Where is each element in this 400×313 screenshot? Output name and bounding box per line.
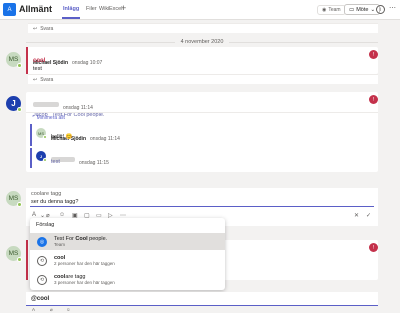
presence-indicator	[43, 135, 47, 139]
suggestion-description: 3 personer har den här taggen	[54, 280, 115, 285]
reply-icon: ↩	[33, 25, 38, 32]
message-body: balltt!	[51, 134, 65, 140]
avatar[interactable]: J	[36, 151, 47, 162]
chevron-up-icon: ⌃	[31, 115, 36, 121]
suggestion-description: Team	[54, 242, 66, 247]
collapse-all-button[interactable]: ⌃ Minimera allt	[31, 115, 65, 121]
compose-focus-line	[30, 206, 374, 207]
mention-suggestions-popup: Förslag ◎ Test For Cool people. Team ⟲ c…	[30, 218, 225, 290]
reply-message: MS Michael Sjödin onsdag 11:14 balltt! 😊	[30, 124, 374, 146]
add-tab-button[interactable]: +	[121, 3, 126, 13]
close-icon[interactable]: ✕	[354, 212, 359, 219]
message-card: onsdag 11:14 Jacob Test For Cool people.…	[26, 92, 378, 172]
bottom-toolbar: A ⌀ ☺	[26, 307, 378, 313]
avatar[interactable]: MS	[6, 246, 22, 262]
suggestion-description: 2 personer har den här taggen	[54, 261, 115, 266]
presence-indicator	[17, 63, 22, 68]
channel-header: A Allmänt Inlägg Filer Wiki Excel + ◉ Te…	[0, 0, 400, 20]
reply-message: J onsdag 11:15 test	[30, 148, 374, 168]
avatar[interactable]: MS	[36, 128, 47, 139]
team-icon: ◉	[322, 7, 327, 13]
compose-message-input[interactable]: ser du denna tagg?	[31, 199, 78, 205]
message-timestamp: onsdag 10:07	[72, 60, 103, 66]
active-tab-indicator	[62, 17, 80, 19]
avatar[interactable]: J	[6, 96, 22, 112]
meet-button-label: Möte	[356, 6, 369, 13]
smile-emoji-icon: 😊	[65, 134, 73, 140]
reply-button[interactable]: ↩ Svara	[28, 74, 378, 84]
avatar-initials: MS	[8, 195, 19, 202]
avatar-initials: MS	[8, 56, 19, 63]
reply-label: Svara	[40, 25, 54, 32]
tab-posts[interactable]: Inlägg	[63, 6, 79, 12]
urgent-icon: !	[369, 95, 378, 104]
collapse-all-label: Minimera allt	[36, 115, 65, 121]
suggestion-item[interactable]: ⟲ coolare tagg 3 personer har den här ta…	[30, 271, 225, 288]
suggestions-title: Förslag	[36, 222, 55, 228]
chevron-down-icon: ⌄	[370, 6, 376, 13]
team-button[interactable]: ◉ Team	[317, 5, 346, 15]
video-camera-icon: ▭	[349, 6, 355, 13]
message-accent-bar	[26, 240, 28, 280]
suggestion-name-match: Cool	[75, 236, 88, 242]
avatar-initials: J	[11, 99, 16, 108]
divider	[26, 112, 378, 113]
presence-indicator	[17, 257, 22, 262]
avatar-initials: J	[39, 153, 43, 159]
urgent-icon: !	[369, 243, 378, 252]
new-message-input[interactable]: @cool	[26, 292, 378, 306]
avatar[interactable]: MS	[6, 52, 22, 68]
meet-button[interactable]: ▭ Möte ⌄	[344, 4, 381, 15]
message-timestamp: onsdag 11:15	[79, 160, 109, 166]
team-logo[interactable]: A	[3, 3, 16, 16]
presence-indicator	[43, 158, 47, 162]
message-timestamp: onsdag 11:14	[90, 136, 120, 142]
reply-button[interactable]: ↩ Svara	[28, 23, 378, 33]
channel-name: Allmänt	[19, 4, 53, 14]
compose-subject-input[interactable]: coolare tagg	[31, 191, 61, 197]
message-card: Michael Sjödin onsdag 10:07 cool test !	[26, 47, 378, 74]
avatar-initials: MS	[8, 250, 19, 257]
suggestion-item[interactable]: ◎ Test For Cool people. Team	[30, 233, 225, 250]
tag-icon: ⟲	[37, 255, 47, 266]
presence-indicator	[17, 202, 22, 207]
team-button-label: Team	[328, 7, 341, 13]
reply-label: Svara	[40, 76, 54, 83]
more-options-icon[interactable]: ⋯	[389, 4, 396, 12]
date-divider-label: 4 november 2020	[180, 39, 224, 45]
send-icon[interactable]: ✓	[366, 212, 371, 219]
message-accent-bar	[26, 47, 28, 74]
date-divider: 4 november 2020	[26, 37, 378, 47]
presence-indicator	[17, 107, 22, 112]
emoji-icon[interactable]: ☺	[66, 307, 71, 312]
message-body: test	[33, 66, 42, 72]
tag-icon: ⟲	[37, 274, 47, 285]
reply-icon: ↩	[33, 76, 38, 83]
message-subject: cool	[33, 58, 46, 64]
tab-wiki[interactable]: Wiki	[99, 6, 109, 12]
attach-icon[interactable]: ⌀	[50, 307, 53, 313]
suggestion-item[interactable]: ⟲ cool 2 personer har den här taggen	[30, 252, 225, 269]
info-icon[interactable]: i	[376, 5, 385, 14]
message-body: test	[51, 159, 60, 165]
avatar[interactable]: MS	[6, 191, 22, 207]
urgent-icon: !	[369, 50, 378, 59]
suggestion-name-suffix: people.	[87, 236, 108, 242]
format-icon[interactable]: A	[32, 307, 35, 312]
tab-files[interactable]: Filer	[86, 6, 97, 12]
team-icon: ◎	[37, 236, 47, 247]
